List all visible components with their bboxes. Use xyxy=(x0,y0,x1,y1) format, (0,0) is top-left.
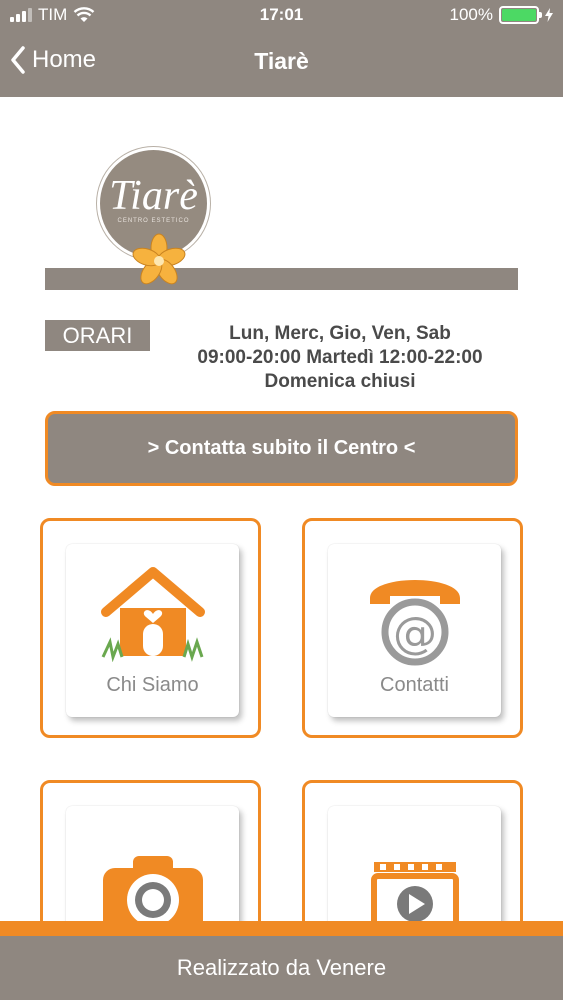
tile-label: Contatti xyxy=(380,674,449,696)
top-bar: TIM 17:01 100% Home Tiarè xyxy=(0,0,563,97)
tile-card: Chi Siamo xyxy=(66,544,239,717)
footer: Realizzato da Venere xyxy=(0,936,563,1000)
flower-icon xyxy=(132,233,186,285)
hours-line-3: Domenica chiusi xyxy=(264,371,416,392)
opening-hours: Lun, Merc, Gio, Ven, Sab 09:00-20:00 Mar… xyxy=(160,322,520,394)
tile-card: @ Contatti xyxy=(328,544,501,717)
hours-line-1: Lun, Merc, Gio, Ven, Sab xyxy=(229,323,451,344)
svg-text:@: @ xyxy=(393,608,437,659)
logo-text: Tiarè xyxy=(109,173,198,219)
phone-at-icon: @ xyxy=(369,580,460,666)
page-title: Tiarè xyxy=(254,48,309,74)
orari-label: ORARI xyxy=(45,320,150,351)
contact-center-button[interactable]: > Contatta subito il Centro < xyxy=(45,411,518,486)
house-icon xyxy=(100,567,205,662)
battery-percent: 100% xyxy=(449,5,493,24)
tile-label: Chi Siamo xyxy=(106,674,199,696)
charging-icon xyxy=(545,8,553,22)
navigation-bar: Home Tiarè xyxy=(0,36,563,92)
battery-icon xyxy=(499,6,542,24)
logo-subtext: CENTRO ESTETICO xyxy=(117,218,190,224)
tile-chi-siamo[interactable]: Chi Siamo xyxy=(40,518,261,738)
hours-line-2: 09:00-20:00 Martedì 12:00-22:00 xyxy=(197,347,483,368)
tile-contatti[interactable]: @ Contatti xyxy=(302,518,523,738)
footer-stripe xyxy=(0,921,563,936)
logo-bar xyxy=(45,268,518,290)
status-bar: TIM 17:01 100% xyxy=(0,0,563,30)
